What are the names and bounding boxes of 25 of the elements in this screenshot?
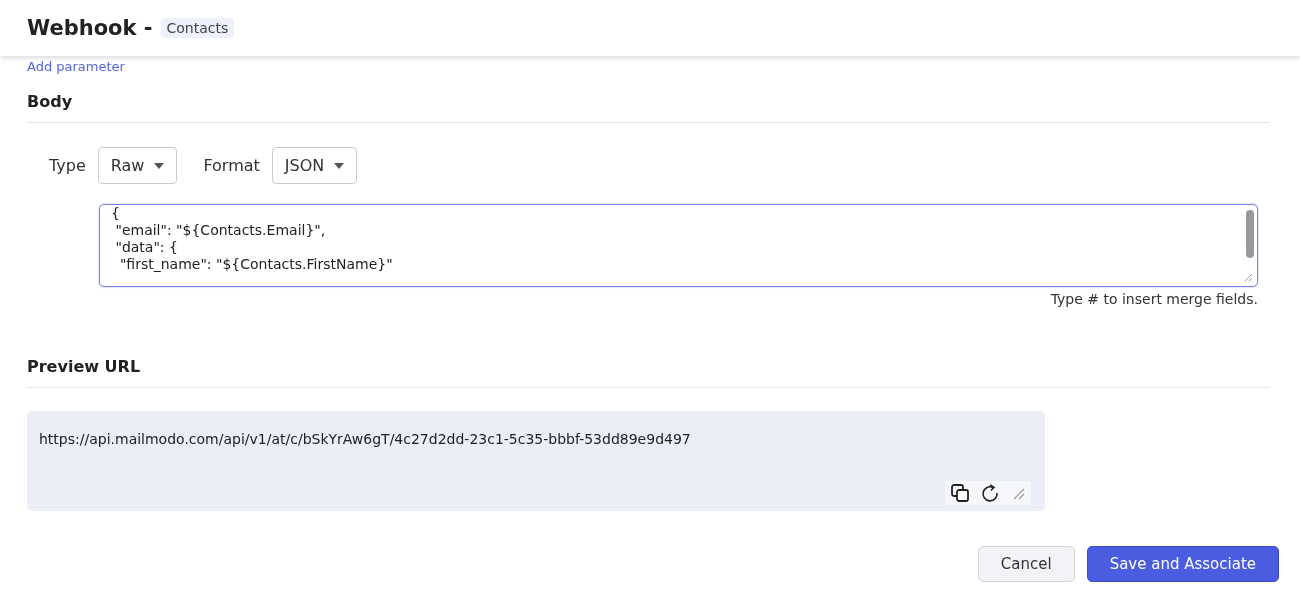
resize-handle-icon[interactable] bbox=[1243, 272, 1253, 282]
save-button[interactable]: Save and Associate bbox=[1086, 546, 1279, 582]
code-line: "email": "${Contacts.Email}", bbox=[114, 222, 327, 239]
body-editor[interactable]: { "email": "${Contacts.Email}", "data": { "first_name": "${Contacts.FirstName}" bbox=[99, 204, 1258, 287]
type-dropdown[interactable]: Raw bbox=[97, 147, 178, 184]
copy-icon[interactable] bbox=[951, 484, 969, 502]
section-title: Body bbox=[27, 92, 74, 111]
add-parameter-link[interactable]: Add parameter bbox=[27, 60, 125, 74]
resize-handle-icon[interactable] bbox=[1011, 486, 1025, 500]
section-title: Preview URL bbox=[27, 357, 142, 376]
caret-icon bbox=[154, 162, 165, 169]
hint-text: Type # to insert merge fields. bbox=[1049, 291, 1258, 307]
module-tag: Contacts bbox=[160, 18, 235, 38]
caret-icon bbox=[334, 162, 345, 169]
code-line: { bbox=[111, 205, 121, 222]
cancel-button[interactable]: Cancel bbox=[977, 546, 1075, 582]
format-label: Format bbox=[203, 156, 260, 175]
refresh-icon[interactable] bbox=[981, 484, 999, 502]
scrollbar-thumb[interactable] bbox=[1246, 210, 1254, 258]
format-dropdown[interactable]: JSON bbox=[271, 147, 358, 184]
code-line: "data": { bbox=[114, 239, 179, 256]
preview-url: https://api.mailmodo.com/api/v1/at/c/bSkYrAw6gT/4c27d2dd-23c1-5c35-bbbf-53dd89e9d497 bbox=[38, 430, 692, 447]
dialog-title: Webhook - bbox=[27, 16, 153, 40]
code-line: "first_name": "${Contacts.FirstName}" bbox=[118, 256, 394, 273]
type-label: Type bbox=[49, 156, 86, 175]
